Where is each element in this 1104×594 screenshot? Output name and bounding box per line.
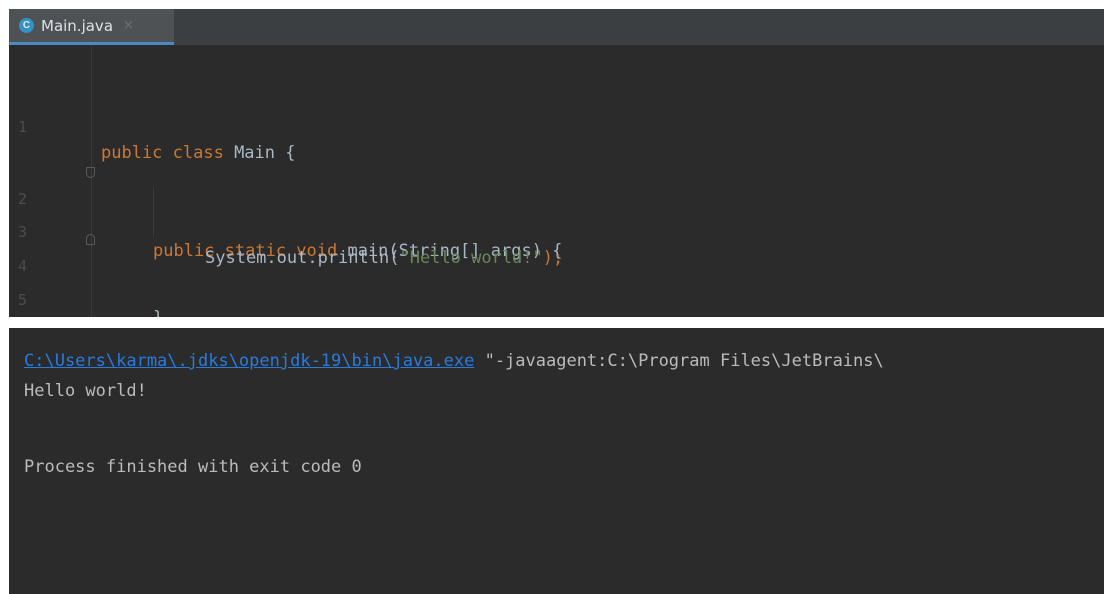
fold-collapse-icon[interactable] — [86, 167, 95, 178]
console-output: Hello world! — [24, 381, 147, 401]
code-line-5[interactable]: 5 } — [9, 261, 1104, 317]
close-icon[interactable]: × — [123, 18, 134, 33]
console-exit-message: Process finished with exit code 0 — [24, 457, 362, 477]
java-class-icon: C — [19, 18, 34, 33]
run-console[interactable]: C:\Users\karma\.jdks\openjdk-19\bin\java… — [9, 328, 1104, 594]
panel-separator — [0, 317, 1104, 328]
java-exe-link[interactable]: C:\Users\karma\.jdks\openjdk-19\bin\java… — [24, 351, 474, 371]
tab-main-java[interactable]: C Main.java × — [9, 9, 174, 45]
code-line-2[interactable]: 2 public static void main(String[] args)… — [9, 160, 1104, 261]
console-args: "-javaagent:C:\Program Files\JetBrains\ — [474, 351, 884, 371]
code-editor[interactable]: C Main.java × 1 public class Main { 2 pu… — [9, 9, 1104, 317]
fold-expand-icon[interactable] — [86, 234, 95, 245]
tab-label: Main.java — [41, 16, 114, 35]
code-line-6[interactable]: 6 — [9, 297, 1104, 317]
code-line-4[interactable]: 4 } — [9, 227, 1104, 317]
console-command-line: C:\Users\karma\.jdks\openjdk-19\bin\java… — [24, 348, 884, 374]
line-number: 1 — [18, 118, 28, 136]
code-line-1[interactable]: 1 public class Main { — [9, 88, 1104, 163]
code-line-3[interactable]: 3 System.out.println("Hello world!"); — [9, 193, 1104, 268]
editor-tab-bar: C Main.java × — [9, 9, 1104, 45]
